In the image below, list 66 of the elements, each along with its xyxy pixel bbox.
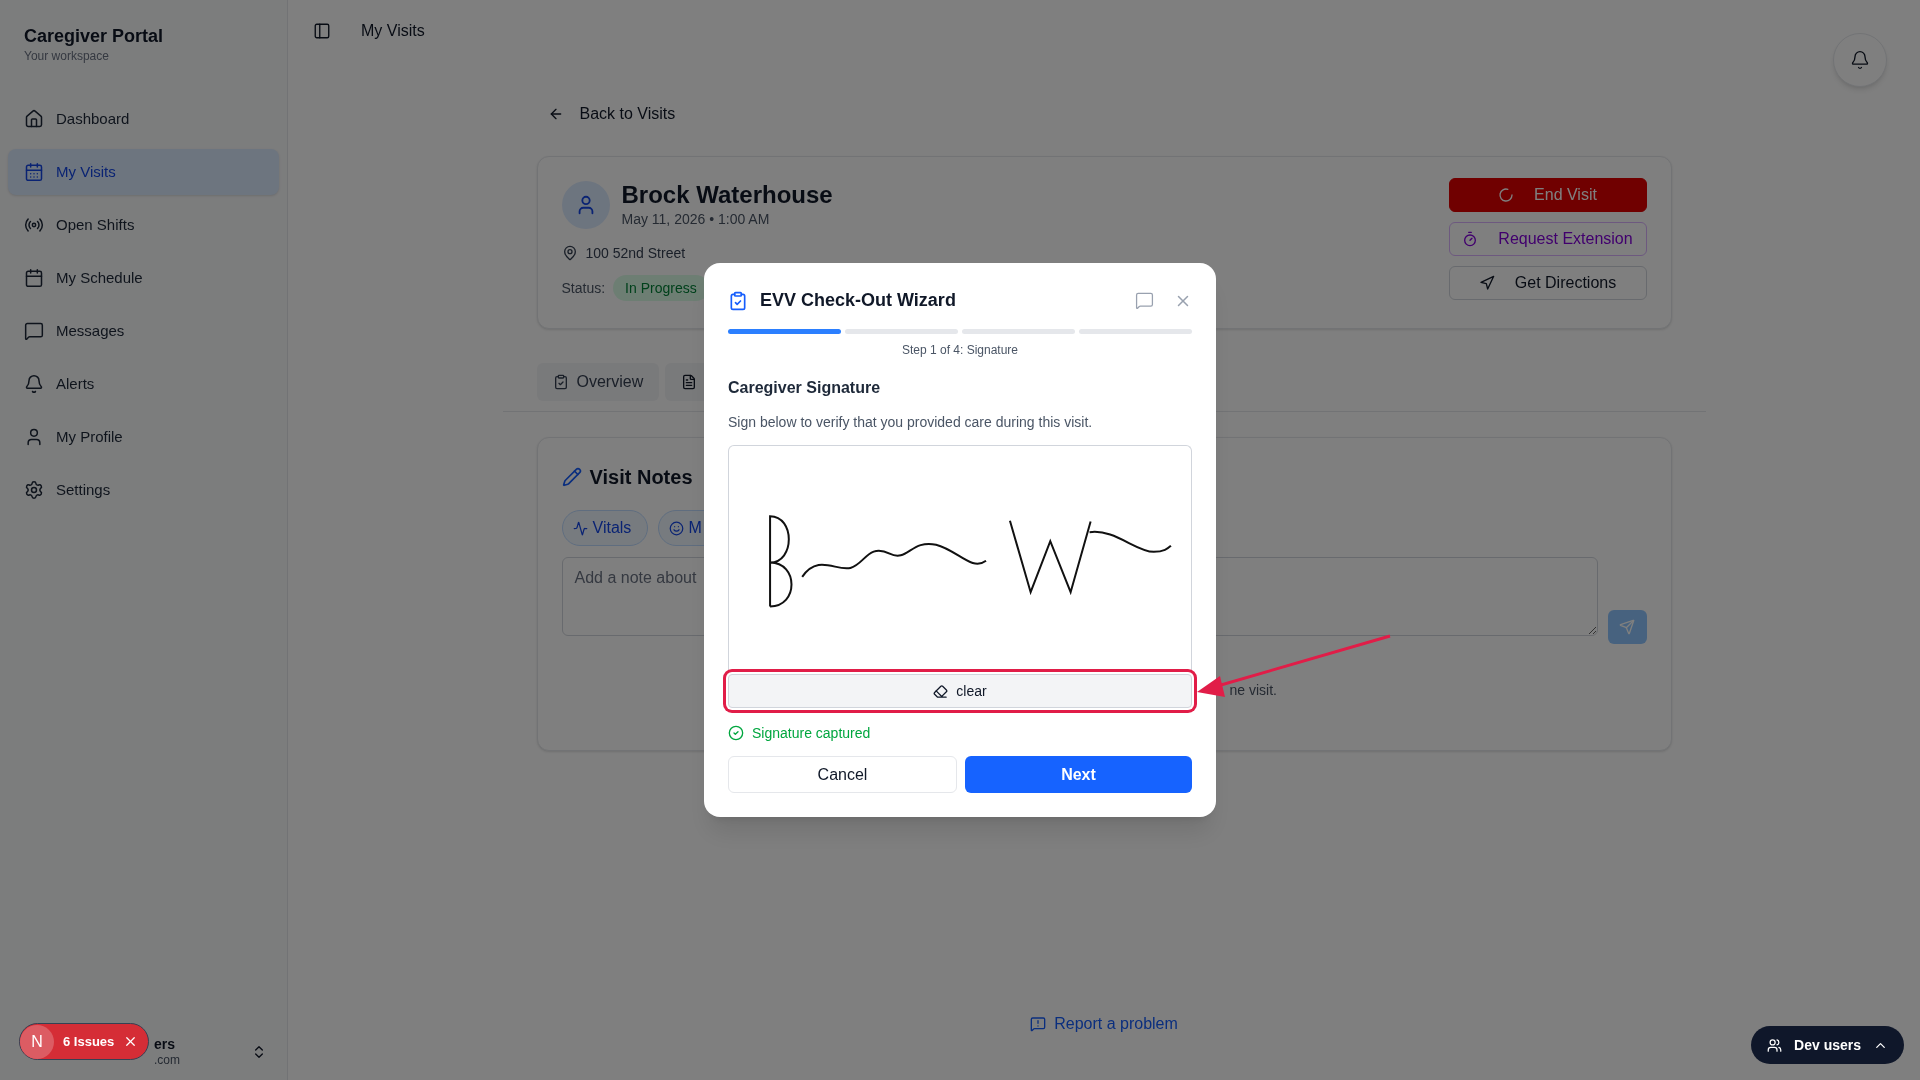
page-title: My Visits [361,21,425,41]
nav-item[interactable]: My Schedule [8,255,279,301]
calendar-icon [24,268,44,288]
bell-icon [1850,50,1870,70]
issues-count: 6 Issues [63,1032,115,1051]
nav-item[interactable]: Dashboard [8,96,279,142]
check-circle-icon [728,725,744,741]
action-button[interactable]: Get Directions [1448,266,1647,300]
dialog-title: EVV Check-Out Wizard [760,289,956,312]
eraser-icon [933,683,949,699]
issues-badge[interactable]: N 6 Issues [19,1023,150,1060]
next-button[interactable]: Next [965,756,1192,793]
navigation-icon [1478,275,1495,291]
nav-item[interactable]: My Profile [8,414,279,460]
step-text: Step 1 of 4: Signature [901,342,1019,358]
action-button[interactable]: Request Extension [1448,222,1647,256]
clear-button[interactable]: clear [728,674,1192,708]
back-link[interactable]: Back to Visits [547,102,676,126]
message-icon [24,321,44,341]
client-name: Brock Waterhouse [621,181,833,209]
nav-item[interactable]: Alerts [8,361,279,407]
signature-status: Signature captured [752,724,871,743]
pulse-icon [572,520,588,536]
report-problem-link[interactable]: Report a problem [1030,1012,1178,1036]
visit-datetime: May 11, 2026 • 1:00 AM [621,210,771,229]
sidebar-toggle-icon[interactable] [313,22,331,40]
nav-item[interactable]: Messages [8,308,279,354]
status-label: Status: [561,279,606,298]
signature-pad[interactable] [728,445,1192,672]
user-name: ers [154,1036,177,1052]
home-icon [24,109,44,129]
timer-icon [1462,231,1479,247]
dev-users-button[interactable]: Dev users [1751,1026,1904,1064]
pencil-icon [561,467,582,487]
spinner-icon [1498,187,1515,203]
nav-item[interactable]: My Visits [8,149,279,195]
user-icon [24,427,44,447]
note-chip[interactable]: Vitals [561,510,648,546]
note-hint: ne visit. [1229,681,1278,700]
clipboard-check-icon [728,290,748,311]
nav-item[interactable]: Settings [8,467,279,513]
smile-icon [668,520,684,536]
user-email: .com [154,1052,180,1068]
bell-icon [24,374,44,394]
message-alert-icon [1030,1016,1047,1032]
section-description: Sign below to verify that you provided care during this visit. [728,413,1094,432]
cancel-button[interactable]: Cancel [728,756,957,793]
tab[interactable]: Overview [536,363,660,401]
users-icon [1767,1037,1783,1053]
section-heading: Caregiver Signature [728,378,882,398]
clipboard-icon [552,374,569,390]
settings-icon [24,480,44,500]
broadcast-icon [24,215,44,235]
feedback-icon[interactable] [1135,291,1154,310]
issues-logo: N [20,1024,54,1059]
nav-item[interactable]: Open Shifts [8,202,279,248]
notifications-button[interactable] [1833,33,1887,87]
calendar-icon [24,162,44,182]
map-pin-icon [561,245,578,261]
action-button[interactable]: End Visit [1448,178,1647,212]
visit-address: 100 52nd Street [585,244,686,263]
document-icon [681,374,698,390]
card-title: Visit Notes [589,465,693,490]
app-title: Caregiver Portal [24,25,165,48]
app-subtitle: Your workspace [24,48,110,64]
send-icon [1619,619,1635,635]
